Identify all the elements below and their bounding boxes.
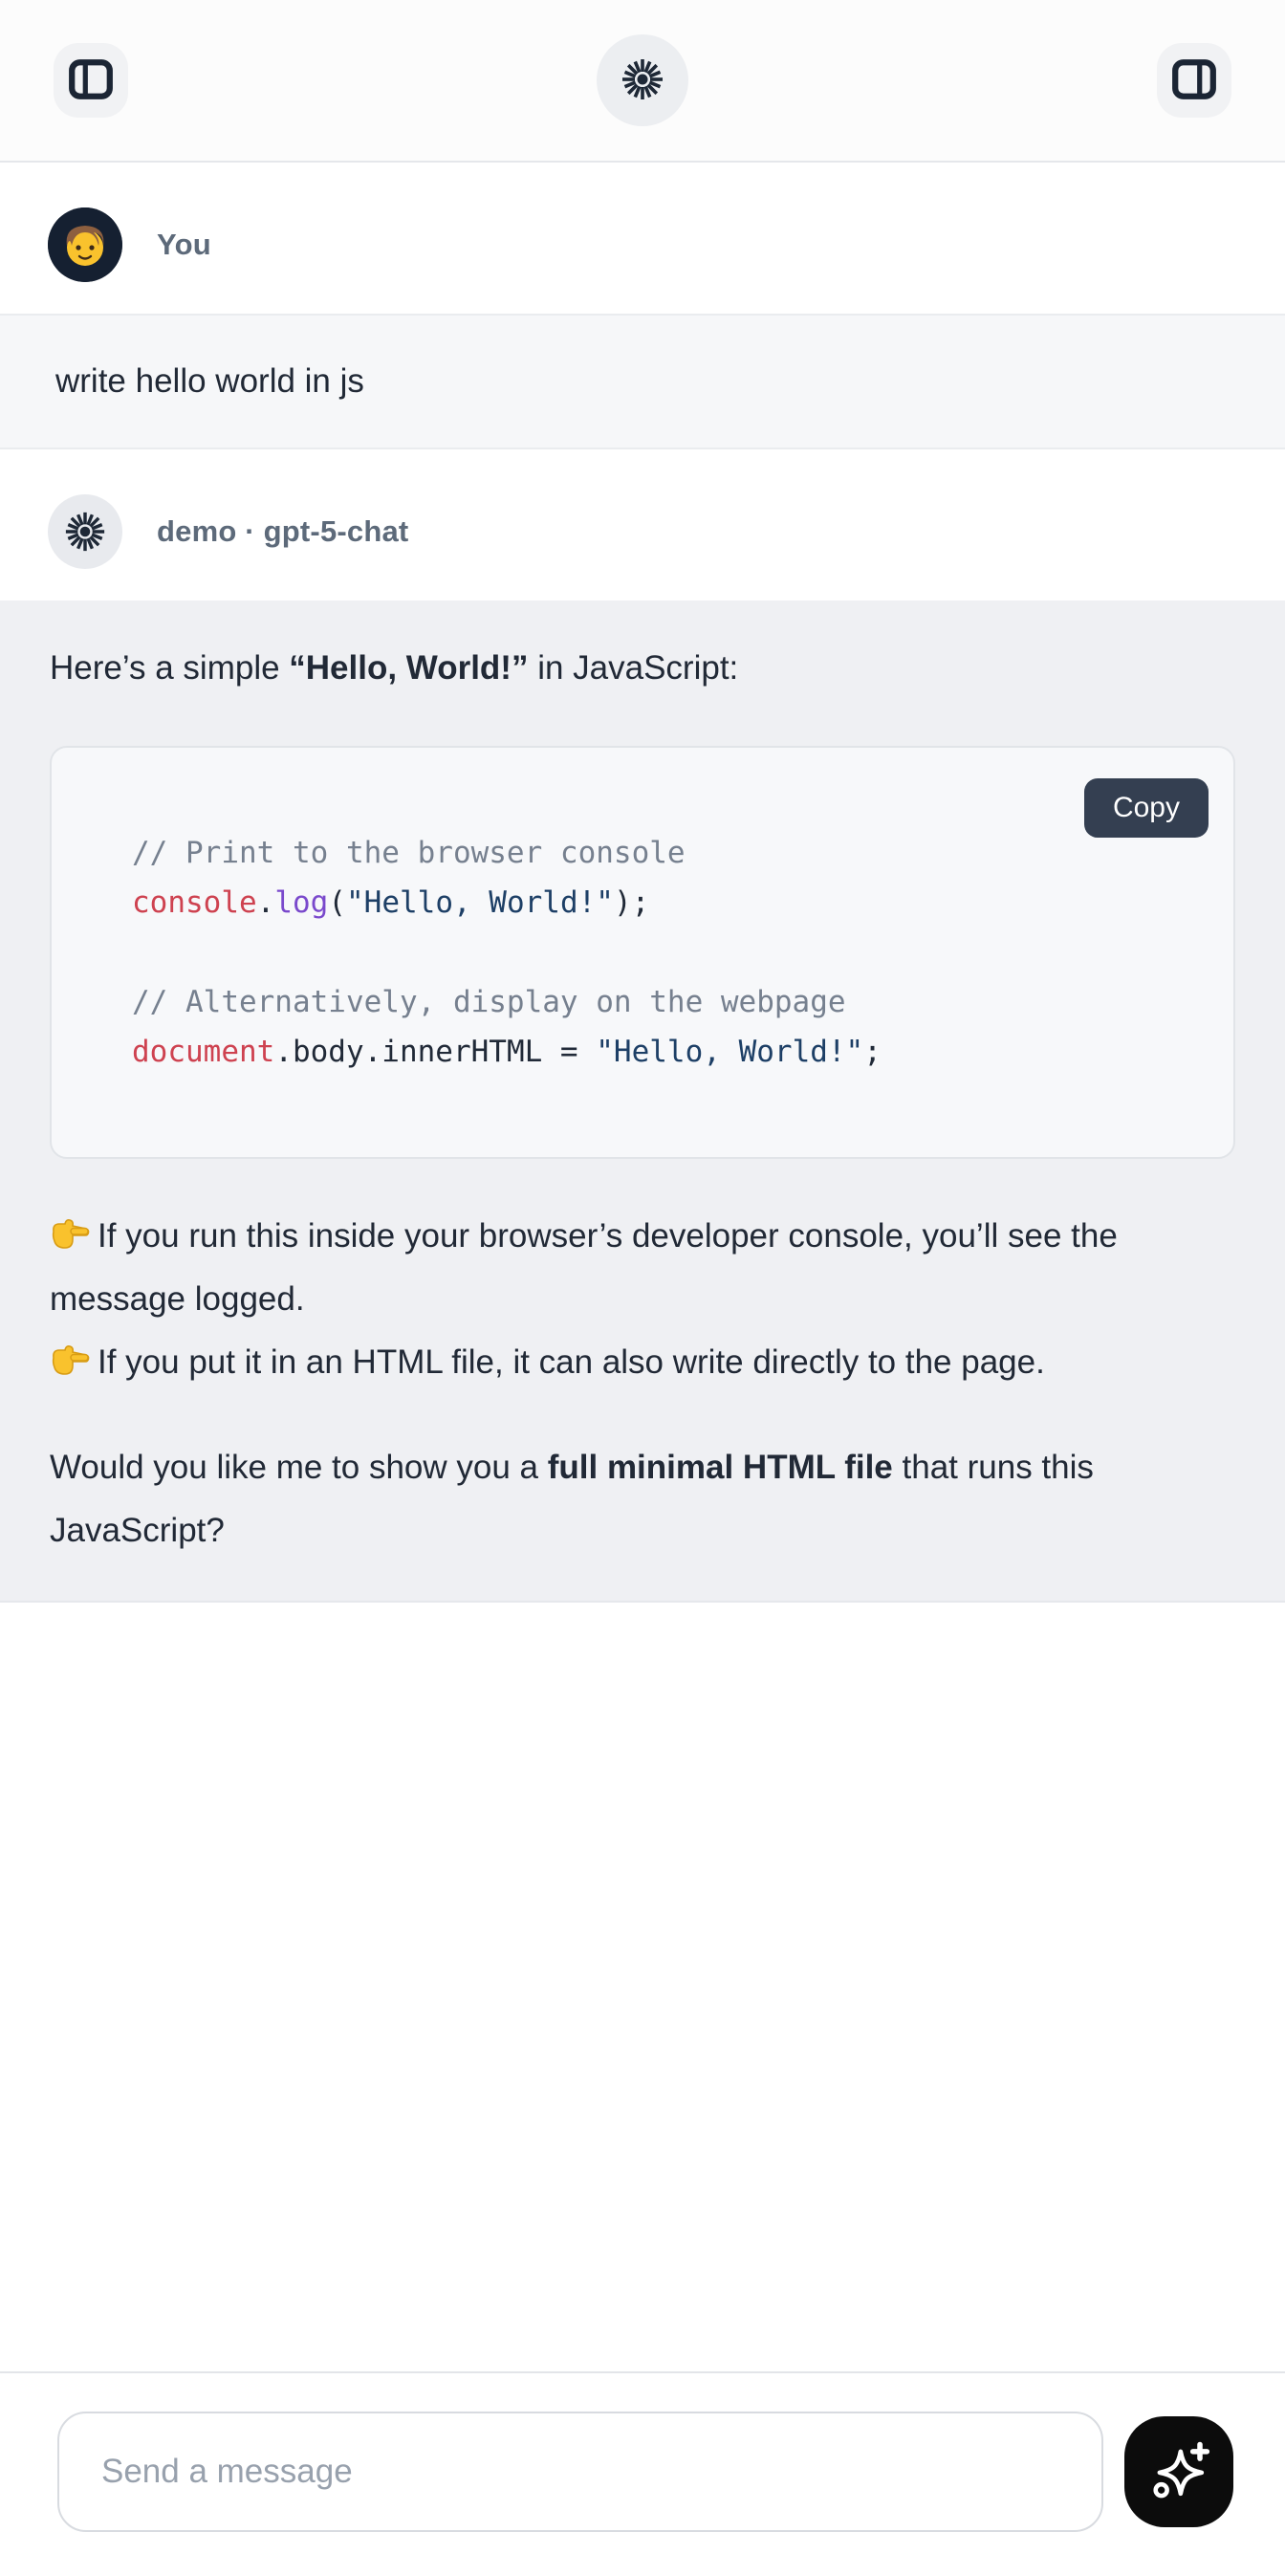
chat-page: You write hello world in js demo bbox=[0, 0, 1285, 2576]
assistant-sender-name: demo · gpt-5-chat bbox=[157, 514, 408, 549]
user-message-text: write hello world in js bbox=[55, 362, 364, 401]
code-block: Copy // Print to the browser consolecons… bbox=[50, 746, 1235, 1159]
assistant-message-band: Here’s a simple “Hello, World!” in JavaS… bbox=[0, 600, 1285, 1603]
assistant-avatar starburst-avatar-icon bbox=[48, 494, 122, 569]
model-logo-button[interactable] bbox=[597, 34, 688, 126]
pointer-paragraphs: If you run this inside your browser’s de… bbox=[50, 1205, 1235, 1394]
assistant-message-header: demo · gpt-5-chat bbox=[0, 449, 1285, 600]
user-message-band: write hello world in js bbox=[0, 314, 1285, 449]
assistant-closing-paragraph: Would you like me to show you a full min… bbox=[50, 1436, 1235, 1562]
send-button[interactable] bbox=[1124, 2416, 1233, 2527]
top-header bbox=[0, 0, 1285, 163]
pointer-paragraph-1: If you run this inside your browser’s de… bbox=[50, 1205, 1235, 1331]
composer-bar bbox=[0, 2371, 1285, 2576]
copy-button[interactable]: Copy bbox=[1084, 778, 1209, 838]
closing-text-pre: Would you like me to show you a bbox=[50, 1449, 548, 1486]
pointer-text-1: If you run this inside your browser’s de… bbox=[50, 1217, 1118, 1318]
pointing-right-emoji bbox=[50, 1211, 90, 1247]
sparkle-plus-icon bbox=[1147, 2439, 1210, 2505]
intro-text-bold: “Hello, World!” bbox=[289, 649, 528, 687]
intro-text-post: in JavaScript: bbox=[528, 649, 738, 687]
pointer-text-2: If you put it in an HTML file, it can al… bbox=[98, 1343, 1045, 1381]
user-message-header: You bbox=[0, 163, 1285, 314]
pointer-paragraph-2: If you put it in an HTML file, it can al… bbox=[50, 1331, 1235, 1394]
sidebar-left-icon bbox=[67, 55, 115, 106]
closing-text-bold: full minimal HTML file bbox=[548, 1449, 893, 1486]
user-avatar person-emoji-avatar bbox=[48, 207, 122, 282]
right-sidebar-button[interactable] bbox=[1157, 43, 1231, 118]
sidebar-right-icon bbox=[1170, 55, 1218, 106]
code-lines: // Print to the browser consoleconsole.l… bbox=[132, 828, 1195, 1077]
message-input[interactable] bbox=[57, 2412, 1103, 2532]
assistant-intro-paragraph: Here’s a simple “Hello, World!” in JavaS… bbox=[50, 637, 1235, 700]
starburst-icon bbox=[620, 56, 665, 105]
intro-text-pre: Here’s a simple bbox=[50, 649, 289, 687]
user-sender-name: You bbox=[157, 228, 211, 262]
left-sidebar-button[interactable] bbox=[54, 43, 128, 118]
pointing-right-emoji bbox=[50, 1337, 90, 1373]
